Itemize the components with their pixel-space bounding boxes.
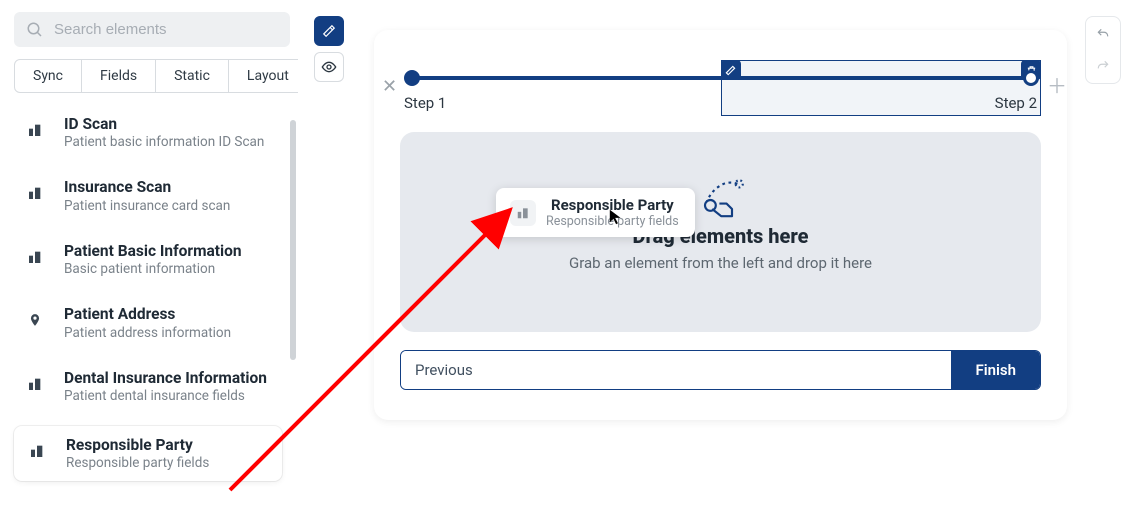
history-controls <box>1085 16 1121 84</box>
element-title: ID Scan <box>64 115 264 134</box>
close-icon[interactable]: ✕ <box>382 76 397 97</box>
element-patient-address[interactable]: Patient Address Patient address informat… <box>14 299 282 344</box>
canvas: ✕ Step 1 Step 2 ＋ <box>298 0 1131 525</box>
step-2-label: Step 2 <box>995 94 1037 112</box>
previous-button[interactable]: Previous <box>401 351 951 389</box>
edit-icon <box>322 24 336 38</box>
building-icon <box>22 436 52 466</box>
element-title: Insurance Scan <box>64 178 230 197</box>
pencil-icon <box>725 65 736 76</box>
tab-layout[interactable]: Layout <box>229 59 308 93</box>
finish-button[interactable]: Finish <box>951 351 1040 389</box>
dropzone-subtitle: Grab an element from the left and drop i… <box>569 254 872 272</box>
drag-preview-desc: Responsible party fields <box>546 214 679 229</box>
step-2-selection <box>721 60 1042 116</box>
swipe-icon <box>696 178 750 222</box>
element-desc: Patient address information <box>64 325 231 341</box>
redo-button[interactable] <box>1090 53 1116 79</box>
redo-icon <box>1096 58 1110 74</box>
element-list: ID Scan Patient basic information ID Sca… <box>14 109 290 481</box>
undo-icon <box>1096 26 1110 42</box>
element-desc: Patient dental insurance fields <box>64 388 267 404</box>
element-insurance-scan[interactable]: Insurance Scan Patient insurance card sc… <box>14 172 282 217</box>
search-input[interactable] <box>52 20 278 39</box>
element-title: Dental Insurance Information <box>64 369 267 388</box>
element-desc: Responsible party fields <box>66 455 209 471</box>
element-responsible-party[interactable]: Responsible Party Responsible party fiel… <box>14 426 282 481</box>
element-desc: Patient insurance card scan <box>64 198 230 214</box>
tab-static[interactable]: Static <box>156 59 229 93</box>
element-title: Patient Basic Information <box>64 242 242 261</box>
tab-sync[interactable]: Sync <box>14 59 82 93</box>
step-progress: Step 1 Step 2 ＋ <box>404 62 1037 118</box>
drag-preview-title: Responsible Party <box>546 196 679 214</box>
drag-preview-card[interactable]: Responsible Party Responsible party fiel… <box>496 188 695 237</box>
element-desc: Patient basic information ID Scan <box>64 134 264 150</box>
step-1-label: Step 1 <box>404 94 446 112</box>
step-2-edit-button[interactable] <box>721 60 741 80</box>
element-id-scan[interactable]: ID Scan Patient basic information ID Sca… <box>14 109 282 154</box>
element-title: Responsible Party <box>66 436 209 455</box>
drop-zone[interactable]: Responsible Party Responsible party fiel… <box>400 132 1041 332</box>
tab-fields[interactable]: Fields <box>82 59 156 93</box>
building-icon <box>20 369 50 399</box>
eye-icon <box>321 59 337 75</box>
step-2-dot[interactable] <box>1023 70 1039 86</box>
element-title: Patient Address <box>64 305 231 324</box>
mode-switch <box>314 16 344 82</box>
form-builder-card: ✕ Step 1 Step 2 ＋ <box>374 30 1067 420</box>
building-icon <box>20 178 50 208</box>
building-icon <box>20 115 50 145</box>
search-input-wrapper[interactable] <box>14 12 290 47</box>
search-icon <box>26 21 44 39</box>
sidebar: Sync Fields Static Layout ID Scan Patien… <box>0 0 298 525</box>
element-patient-basic-info[interactable]: Patient Basic Information Basic patient … <box>14 236 282 281</box>
pin-icon <box>20 305 50 335</box>
building-icon <box>510 200 536 226</box>
add-step-button[interactable]: ＋ <box>1047 70 1067 99</box>
element-dental-insurance[interactable]: Dental Insurance Information Patient den… <box>14 363 282 408</box>
building-icon <box>20 242 50 272</box>
step-1-dot[interactable] <box>404 70 420 86</box>
sidebar-tabs: Sync Fields Static Layout <box>14 59 308 93</box>
element-desc: Basic patient information <box>64 261 242 277</box>
form-nav: Previous Finish <box>400 350 1041 390</box>
edit-mode-button[interactable] <box>314 16 344 46</box>
preview-mode-button[interactable] <box>314 52 344 82</box>
undo-button[interactable] <box>1090 21 1116 47</box>
